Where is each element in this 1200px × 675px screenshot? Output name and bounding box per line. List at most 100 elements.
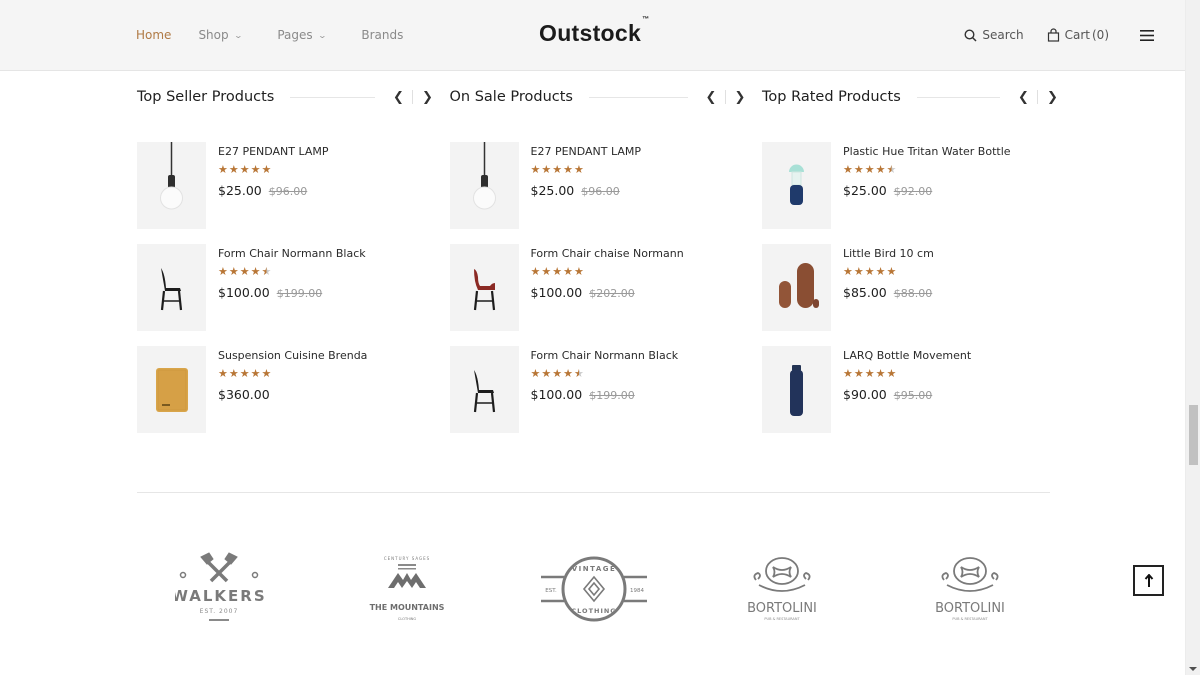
title-rule: [290, 96, 375, 98]
brand-sub: EST. 2007: [200, 608, 239, 615]
brand-bortolini-2[interactable]: BORTOLINI PUB & RESTAURANT: [925, 545, 1015, 635]
next-arrow-icon[interactable]: ❯: [1047, 90, 1058, 105]
site-logo[interactable]: Outstock™: [539, 16, 649, 47]
logo-trademark: ™: [642, 16, 650, 24]
product-item: Form Chair Normann Black ★ ★ ★ ★ ★ $100.00 $199…: [449, 346, 763, 433]
product-item: Little Bird 10 cm ★ ★ ★ ★ ★ $85.00 $88.00: [762, 244, 1075, 331]
nav-shop[interactable]: Shop ⌄: [198, 28, 243, 42]
scroll-down-arrow-icon[interactable]: [1189, 667, 1197, 671]
shopping-bag-icon: [1047, 28, 1059, 42]
brand-walkers[interactable]: WALKERS EST. 2007: [175, 545, 265, 635]
section-header: Top Rated Products ❮ ❯: [762, 85, 1058, 109]
section-top-rated: Top Rated Products ❮ ❯ Plastic Hue Tritan W…: [762, 85, 1075, 448]
product-image-black-chair[interactable]: [137, 244, 206, 331]
bow-tie-icon: [753, 557, 811, 592]
star-full-icon: ★: [228, 367, 239, 380]
chevron-down-icon: ⌄: [233, 30, 243, 40]
star-full-icon: ★: [541, 367, 552, 380]
star-full-icon: ★: [843, 367, 853, 380]
brand-sub: PUB & RESTAURANT: [764, 617, 800, 621]
arrow-up-icon: [1144, 573, 1153, 587]
product-name[interactable]: Plastic Hue Tritan Water Bottle: [843, 145, 1011, 158]
section-header: On Sale Products ❮ ❯: [450, 85, 746, 109]
product-name[interactable]: E27 PENDANT LAMP: [531, 145, 642, 158]
product-price: $100.00 $199.00: [218, 285, 366, 300]
chevron-down-icon: ⌄: [317, 30, 327, 40]
brand-left: EST.: [545, 588, 557, 594]
prev-arrow-icon[interactable]: ❮: [393, 90, 404, 105]
prev-arrow-icon[interactable]: ❮: [706, 90, 717, 105]
cart-button[interactable]: Cart (0): [1047, 28, 1109, 42]
search-button[interactable]: Search: [964, 28, 1024, 42]
next-arrow-icon[interactable]: ❯: [735, 90, 746, 105]
star-full-icon: ★: [250, 163, 261, 176]
product-item: Form Chair chaise Normann ★ ★ ★ ★ ★ $100.00 $20…: [449, 244, 763, 331]
arrow-separator: [724, 90, 726, 104]
product-image-navy-bottle[interactable]: [762, 346, 831, 433]
product-image-red-chair[interactable]: [449, 244, 519, 331]
search-label: Search: [982, 28, 1024, 42]
page-scrollbar[interactable]: [1185, 0, 1200, 675]
section-on-sale: On Sale Products ❮ ❯ E27 PENDANT LAMP ★ ★ ★ ★ ★ $…: [449, 85, 763, 448]
star-half-icon: ★: [886, 163, 897, 176]
product-name[interactable]: E27 PENDANT LAMP: [218, 145, 329, 158]
current-price: $100.00: [530, 285, 583, 300]
nav-brands[interactable]: Brands: [361, 28, 403, 42]
product-name[interactable]: Form Chair chaise Normann: [531, 247, 684, 260]
menu-button[interactable]: [1140, 29, 1159, 41]
product-image-water-bottle[interactable]: [762, 142, 831, 229]
back-to-top-button[interactable]: [1133, 565, 1164, 596]
product-image-pendant-lamp[interactable]: [449, 142, 519, 229]
product-name[interactable]: Suspension Cuisine Brenda: [218, 349, 367, 362]
product-name[interactable]: Form Chair Normann Black: [531, 349, 679, 362]
star-full-icon: ★: [853, 163, 864, 176]
search-icon: [964, 28, 977, 42]
product-name[interactable]: Form Chair Normann Black: [218, 247, 366, 260]
nav-pages[interactable]: Pages ⌄: [277, 28, 327, 42]
star-full-icon: ★: [574, 265, 584, 278]
diamond-icon: [582, 575, 606, 603]
section-title: Top Rated Products: [762, 89, 901, 105]
product-info: Plastic Hue Tritan Water Bottle ★ ★ ★ ★ ★ $25.…: [843, 142, 1011, 229]
brand-the-mountains[interactable]: CENTURY SAGES THE MOUNTAINS CLOTHING: [362, 545, 452, 635]
product-image-wood-birds[interactable]: [762, 244, 831, 331]
cart-count: (0): [1092, 28, 1109, 42]
product-info: Form Chair Normann Black ★ ★ ★ ★ ★ $100.00 $199…: [531, 346, 679, 433]
star-full-icon: ★: [864, 367, 875, 380]
product-name[interactable]: Little Bird 10 cm: [843, 247, 934, 260]
product-price: $85.00 $88.00: [843, 285, 934, 300]
star-full-icon: ★: [261, 163, 272, 176]
product-image-black-chair[interactable]: [449, 346, 519, 433]
brand-vintage-clothing[interactable]: EST. 1984 VINTAGE CLOTHING: [540, 545, 650, 635]
star-full-icon: ★: [530, 367, 541, 380]
brand-bortolini-1[interactable]: BORTOLINI PUB & RESTAURANT: [737, 545, 827, 635]
product-price: $90.00 $95.00: [843, 387, 971, 402]
current-price: $25.00: [843, 183, 887, 198]
product-image-pendant-lamp[interactable]: [137, 142, 206, 229]
product-item: Suspension Cuisine Brenda ★ ★ ★ ★ ★ $360.00: [137, 346, 450, 433]
scrollbar-thumb[interactable]: [1189, 405, 1198, 465]
title-rule: [588, 96, 688, 98]
star-full-icon: ★: [239, 265, 250, 278]
star-full-icon: ★: [853, 367, 864, 380]
nav-home[interactable]: Home: [136, 28, 171, 42]
star-full-icon: ★: [843, 163, 853, 176]
product-rating: ★ ★ ★ ★ ★: [218, 368, 367, 380]
current-price: $85.00: [843, 285, 887, 300]
product-info: E27 PENDANT LAMP ★ ★ ★ ★ ★ $25.00 $96.00: [531, 142, 642, 229]
main-nav: Home Shop ⌄ Pages ⌄ Brands: [136, 0, 403, 70]
brand-sub: PUB & RESTAURANT: [952, 617, 988, 621]
prev-arrow-icon[interactable]: ❮: [1018, 90, 1029, 105]
logo-text: Outstock: [539, 20, 642, 46]
brand-name: VINTAGE: [572, 565, 617, 573]
star-full-icon: ★: [864, 265, 875, 278]
star-full-icon: ★: [864, 163, 875, 176]
product-info: E27 PENDANT LAMP ★ ★ ★ ★ ★ $25.00 $96.00: [218, 142, 329, 229]
product-image-speaker[interactable]: [137, 346, 206, 433]
arrow-separator: [1037, 90, 1038, 104]
bow-tie-icon: [941, 557, 999, 592]
next-arrow-icon[interactable]: ❯: [422, 90, 433, 105]
nav-home-label: Home: [136, 28, 172, 42]
star-full-icon: ★: [886, 367, 897, 380]
product-name[interactable]: LARQ Bottle Movement: [843, 349, 971, 362]
